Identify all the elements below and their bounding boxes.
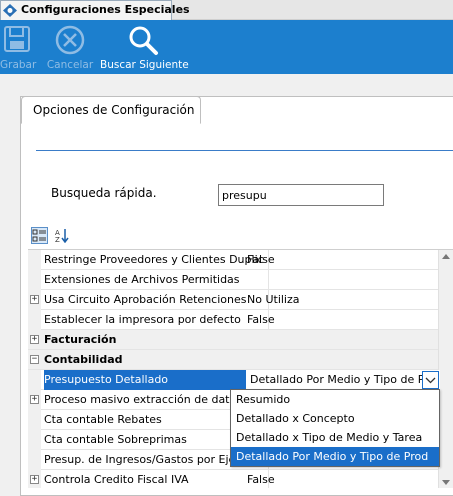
expand-icon[interactable]: + [30, 295, 39, 304]
category-row-contabilidad[interactable]: − Contabilidad [28, 350, 453, 370]
combo-dropdown-button[interactable] [422, 371, 439, 389]
save-icon [4, 26, 30, 52]
app-logo-icon [3, 4, 17, 17]
row-gutter [28, 450, 41, 470]
search-label: Busqueda rápida. [51, 186, 157, 200]
property-value[interactable] [247, 270, 438, 290]
row-gutter [28, 410, 41, 430]
presupuesto-combo[interactable]: Detallado Por Medio y Tipo de Prod [246, 370, 440, 389]
divider-line [36, 150, 453, 151]
expand-icon[interactable]: + [30, 395, 39, 404]
chevron-down-icon [425, 377, 436, 384]
document-tab-strip: Configuraciones Especiales [0, 0, 453, 20]
property-name: Presupuesto Detallado [44, 370, 269, 390]
cancel-label: Cancelar [46, 59, 94, 71]
search-icon [129, 26, 158, 55]
collapse-icon[interactable]: − [30, 355, 39, 364]
row-gutter [28, 270, 41, 290]
dropdown-option[interactable]: Detallado x Tipo de Medio y Tarea [231, 428, 439, 447]
categorized-icon [32, 229, 46, 242]
toolbar: Grabar Cancelar Buscar Siguiente [0, 20, 453, 74]
grid-row[interactable]: + Usa Circuito Aprobación Retenciones No… [28, 290, 453, 310]
category-name: Contabilidad [44, 353, 123, 366]
tab-opciones-configuracion[interactable]: Opciones de Configuración [21, 96, 201, 124]
save-button[interactable]: Grabar [0, 20, 36, 74]
search-input[interactable] [218, 184, 384, 206]
categorized-view-button[interactable] [31, 227, 48, 244]
find-next-label: Buscar Siguiente [100, 59, 189, 71]
cancel-icon [55, 25, 85, 55]
scroll-up-icon[interactable] [442, 254, 450, 259]
property-value[interactable]: No Utiliza [247, 290, 438, 310]
category-row-facturacion[interactable]: + Facturación [28, 330, 453, 350]
property-name: Usa Circuito Aprobación Retenciones [44, 290, 269, 310]
row-gutter [28, 250, 41, 270]
grid-row[interactable]: Restringe Proveedores y Clientes Duplic … [28, 250, 453, 270]
property-value[interactable]: False [247, 470, 438, 488]
vertical-scrollbar[interactable] [438, 250, 453, 488]
scroll-down-icon[interactable] [442, 480, 450, 485]
cancel-button[interactable]: Cancelar [44, 20, 96, 74]
row-gutter [28, 370, 41, 390]
category-name: Facturación [44, 333, 117, 346]
find-next-button[interactable]: Buscar Siguiente [100, 20, 189, 74]
combo-value: Detallado Por Medio y Tipo de Prod [250, 373, 422, 386]
tab-configuraciones-especiales[interactable]: Configuraciones Especiales [0, 0, 190, 20]
property-value[interactable]: False [247, 310, 438, 330]
dropdown-option[interactable]: Detallado x Concepto [231, 409, 439, 428]
sort-az-icon: A Z [55, 229, 69, 244]
expand-icon[interactable]: + [30, 475, 39, 484]
property-name: Controla Credito Fiscal IVA [44, 470, 269, 488]
grid-row[interactable]: Establecer la impresora por defecto Fals… [28, 310, 453, 330]
row-gutter [28, 430, 41, 450]
save-label: Grabar [0, 59, 37, 71]
expand-icon[interactable]: + [30, 335, 39, 344]
property-name: Establecer la impresora por defecto [44, 310, 269, 330]
svg-text:Z: Z [55, 236, 60, 243]
dropdown-option-selected[interactable]: Detallado Por Medio y Tipo de Prod [231, 447, 439, 466]
property-value[interactable]: False [247, 250, 438, 270]
alphabetical-view-button[interactable]: A Z [53, 227, 70, 244]
tab-title: Configuraciones Especiales [21, 3, 190, 16]
grid-row[interactable]: + Controla Credito Fiscal IVA False [28, 470, 453, 488]
row-gutter [28, 310, 41, 330]
dropdown-option[interactable]: Resumido [231, 390, 439, 409]
dropdown-list: Resumido Detallado x Concepto Detallado … [230, 389, 440, 467]
grid-row[interactable]: Extensiones de Archivos Permitidas [28, 270, 453, 290]
property-name: Extensiones de Archivos Permitidas [44, 270, 269, 290]
property-name: Restringe Proveedores y Clientes Duplic [44, 250, 269, 270]
